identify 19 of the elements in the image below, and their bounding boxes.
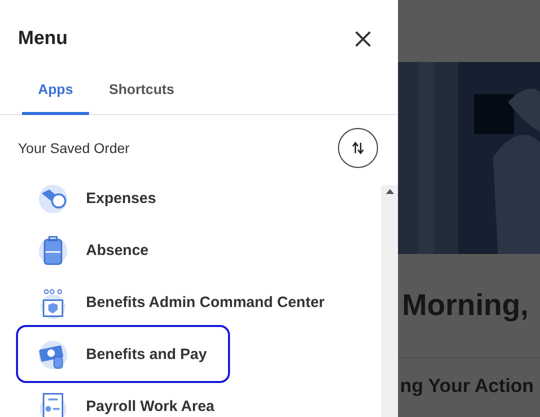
wallet-icon: [36, 182, 70, 216]
app-item[interactable]: Payroll Work Area: [0, 381, 381, 417]
cash-icon: [36, 338, 70, 372]
reorder-button[interactable]: [338, 128, 378, 168]
suitcase-icon: [36, 234, 70, 268]
greeting-heading: Morning,: [402, 288, 529, 324]
menu-title: Menu: [18, 26, 68, 51]
section-label: Your Saved Order: [18, 138, 130, 158]
sort-arrows-icon: [351, 141, 365, 155]
section-heading: ng Your Action: [400, 375, 534, 400]
menu-tab[interactable]: Apps: [22, 64, 89, 115]
scroll-up-icon[interactable]: [386, 189, 394, 194]
app-item[interactable]: Benefits Admin Command Center: [0, 277, 381, 329]
menu-tab[interactable]: Shortcuts: [93, 64, 190, 115]
close-icon[interactable]: [354, 30, 372, 48]
app-item[interactable]: Absence: [0, 225, 381, 277]
app-item[interactable]: Expenses: [0, 181, 381, 225]
app-item[interactable]: Benefits and Pay: [0, 329, 381, 381]
scrollbar[interactable]: [381, 185, 398, 417]
